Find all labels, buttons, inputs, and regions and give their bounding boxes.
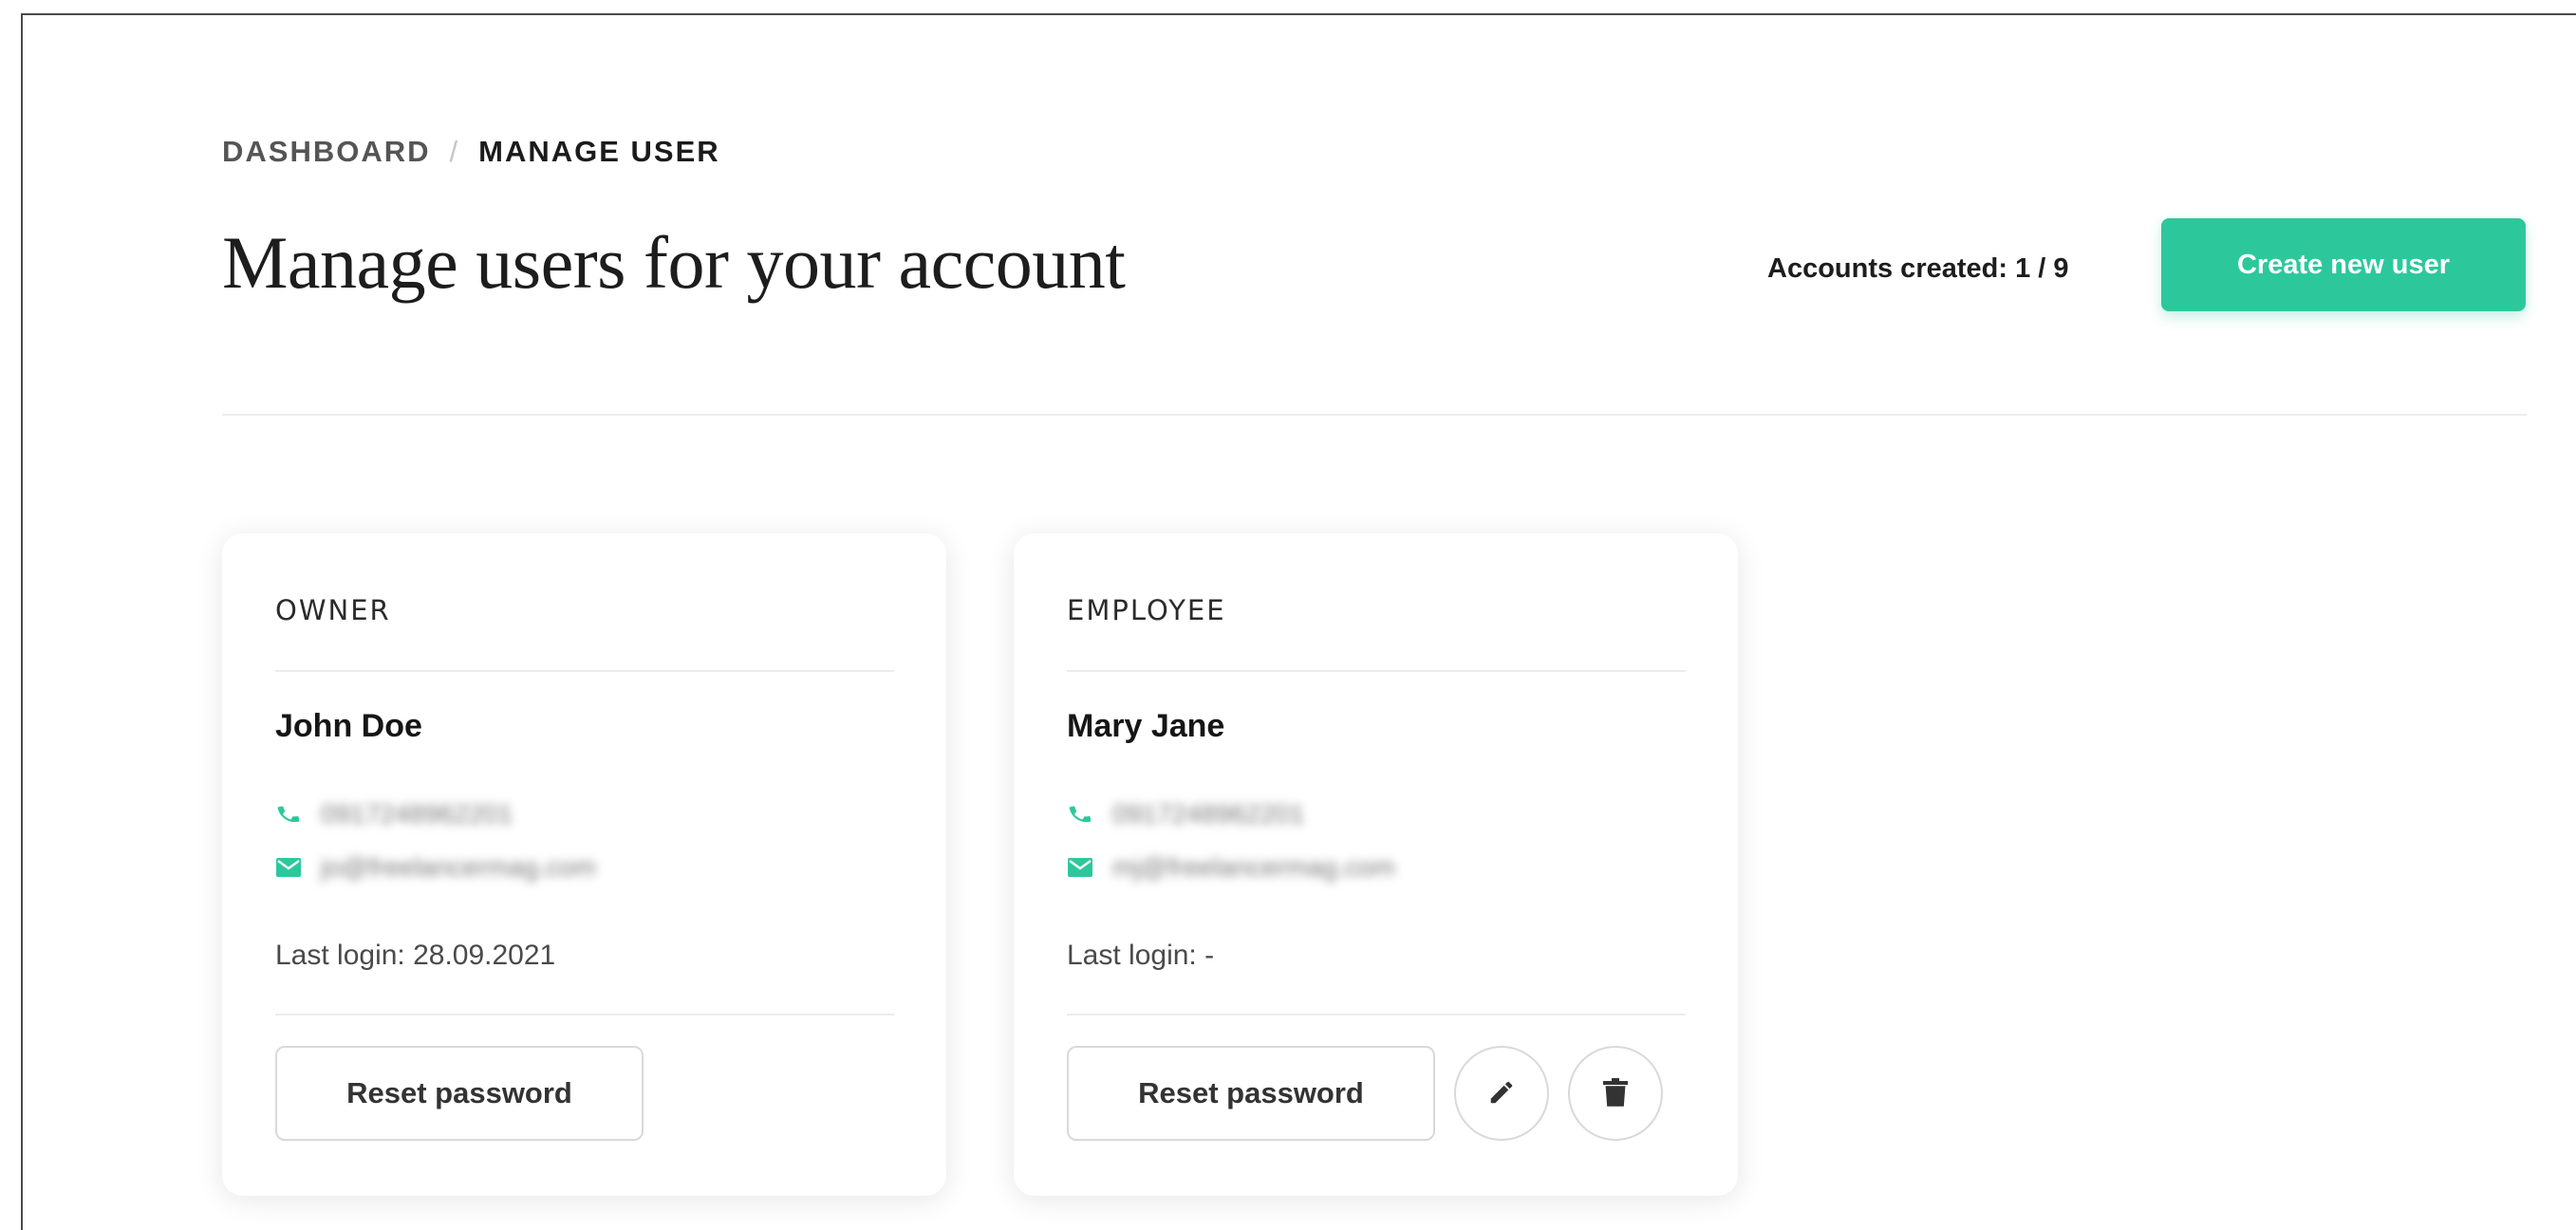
card-divider xyxy=(1067,1014,1686,1016)
user-card-employee: EMPLOYEE Mary Jane 0917248962201 mj@free… xyxy=(1014,533,1738,1196)
card-divider xyxy=(275,1014,894,1016)
user-email: mj@freelancermag.com xyxy=(1067,852,1395,883)
trash-icon xyxy=(1602,1077,1629,1110)
user-role: OWNER xyxy=(275,594,391,626)
card-divider xyxy=(1067,670,1686,672)
breadcrumb: DASHBOARD / MANAGE USER xyxy=(222,135,720,169)
phone-icon xyxy=(1067,801,1093,828)
user-email-value: mj@freelancermag.com xyxy=(1112,852,1395,882)
user-name: Mary Jane xyxy=(1067,708,1225,744)
user-card-owner: OWNER John Doe 0917248962201 jo@freelanc… xyxy=(222,533,946,1196)
user-role: EMPLOYEE xyxy=(1067,594,1226,626)
reset-password-button[interactable]: Reset password xyxy=(275,1046,644,1141)
breadcrumb-separator: / xyxy=(449,135,460,168)
envelope-icon xyxy=(275,854,302,881)
user-phone: 0917248962201 xyxy=(275,799,513,829)
edit-user-button[interactable] xyxy=(1454,1046,1549,1141)
last-login: Last login: - xyxy=(1067,940,1215,971)
page-title: Manage users for your account xyxy=(222,221,1126,304)
user-phone: 0917248962201 xyxy=(1067,799,1304,829)
reset-password-button[interactable]: Reset password xyxy=(1067,1046,1435,1141)
last-login: Last login: 28.09.2021 xyxy=(275,940,556,971)
user-email: jo@freelancermag.com xyxy=(275,852,596,883)
card-divider xyxy=(275,670,894,672)
user-phone-value: 0917248962201 xyxy=(1112,799,1305,829)
delete-user-button[interactable] xyxy=(1568,1046,1663,1141)
accounts-created-count: Accounts created: 1 / 9 xyxy=(1767,253,2069,284)
create-new-user-button[interactable]: Create new user xyxy=(2161,218,2526,311)
pencil-icon xyxy=(1487,1078,1516,1109)
breadcrumb-current: MANAGE USER xyxy=(478,135,720,168)
user-phone-value: 0917248962201 xyxy=(321,799,513,829)
header-divider xyxy=(222,414,2527,416)
envelope-icon xyxy=(1067,854,1093,881)
breadcrumb-dashboard-link[interactable]: DASHBOARD xyxy=(222,135,431,169)
phone-icon xyxy=(275,801,302,828)
user-email-value: jo@freelancermag.com xyxy=(321,852,596,882)
user-name: John Doe xyxy=(275,708,422,744)
